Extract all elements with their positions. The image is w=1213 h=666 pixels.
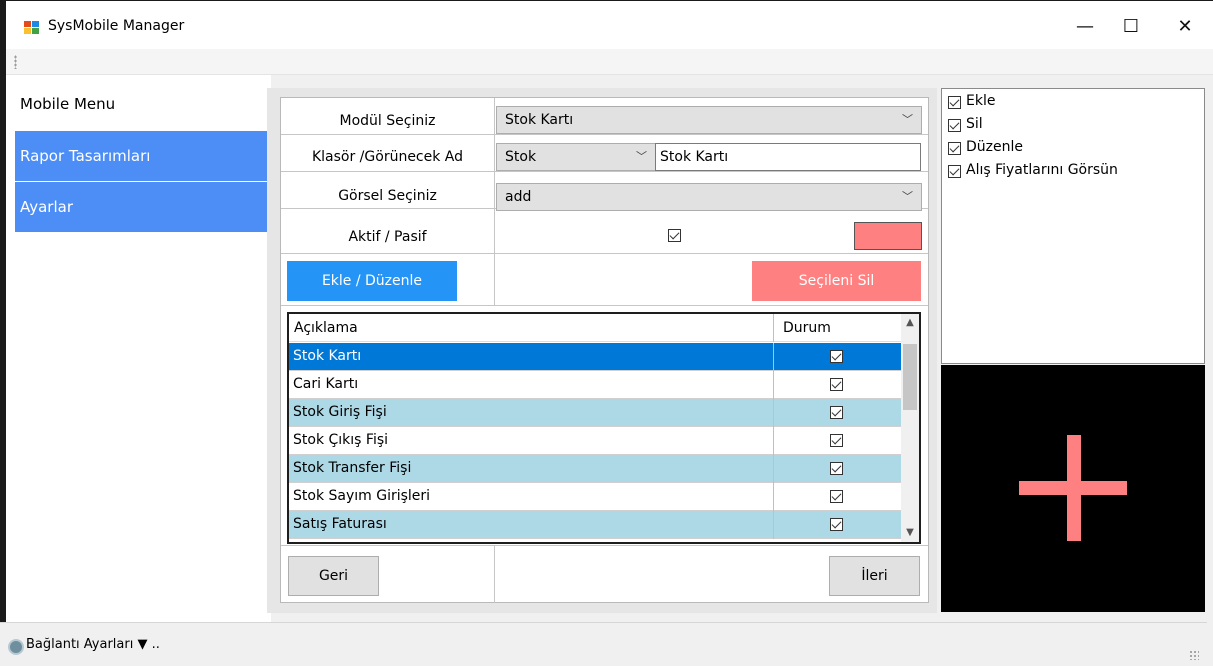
grid-header: Açıklama Durum xyxy=(289,314,901,342)
add-edit-button[interactable]: Ekle / Düzenle xyxy=(287,261,457,301)
image-preview xyxy=(941,365,1205,612)
table-row[interactable]: Satış Faturası xyxy=(289,511,901,539)
image-label: Görsel Seçiniz xyxy=(338,188,437,204)
active-label: Aktif / Pasif xyxy=(348,229,427,245)
table-row[interactable]: Stok Transfer Fişi xyxy=(289,455,901,483)
chevron-down-icon: ﹀ xyxy=(902,113,913,126)
folder-select-value: Stok xyxy=(505,149,537,165)
folder-label: Klasör /Görünecek Ad xyxy=(311,149,464,165)
permission-label: Sil xyxy=(966,116,983,132)
plus-icon xyxy=(1019,481,1127,495)
row-checkbox[interactable] xyxy=(830,406,843,419)
close-button[interactable]: ✕ xyxy=(1162,9,1208,45)
window-title: SysMobile Manager xyxy=(48,18,185,34)
scroll-up-icon[interactable]: ▲ xyxy=(901,314,919,332)
module-grid[interactable]: Açıklama Durum Stok Kartı Cari Kartı Sto… xyxy=(287,312,921,544)
maximize-button[interactable]: ☐ xyxy=(1108,9,1154,45)
permission-checkbox[interactable] xyxy=(948,142,961,155)
status-bar: Bağlantı Ayarları ▼ .. xyxy=(0,622,1207,666)
back-button[interactable]: Geri xyxy=(288,556,379,596)
table-row[interactable]: Cari Kartı xyxy=(289,371,901,399)
row-checkbox[interactable] xyxy=(830,462,843,475)
toolstrip xyxy=(6,49,1213,75)
permission-checkbox[interactable] xyxy=(948,165,961,178)
sidebar-item-ayarlar[interactable]: Ayarlar xyxy=(15,182,270,232)
resize-grip-icon[interactable] xyxy=(1189,650,1199,660)
row-checkbox[interactable] xyxy=(830,434,843,447)
settings-icon[interactable] xyxy=(8,639,24,655)
permission-label: Düzenle xyxy=(966,139,1023,155)
scroll-down-icon[interactable]: ▼ xyxy=(901,524,919,542)
image-select[interactable]: add ﹀ xyxy=(496,183,922,211)
row-checkbox[interactable] xyxy=(830,490,843,503)
next-button[interactable]: İleri xyxy=(829,556,920,596)
minimize-button[interactable]: — xyxy=(1062,9,1108,45)
connection-settings-dropdown[interactable]: Bağlantı Ayarları ▼ .. xyxy=(26,637,160,652)
table-row[interactable]: Stok Kartı xyxy=(289,343,901,371)
row-label: Stok Kartı xyxy=(293,348,362,364)
row-label: Cari Kartı xyxy=(293,376,359,392)
sidebar-item-rapor-tasarimlari[interactable]: Rapor Tasarımları xyxy=(15,131,270,181)
column-header-durum[interactable]: Durum xyxy=(783,320,831,336)
app-icon xyxy=(24,21,40,35)
row-label: Stok Giriş Fişi xyxy=(293,404,387,420)
table-row[interactable]: Stok Çıkış Fişi xyxy=(289,427,901,455)
folder-select[interactable]: Stok ﹀ xyxy=(496,143,656,171)
image-select-value: add xyxy=(505,189,532,205)
module-select[interactable]: Stok Kartı ﹀ xyxy=(496,106,922,134)
permission-label: Alış Fiyatlarını Görsün xyxy=(966,162,1118,178)
display-name-input[interactable]: Stok Kartı xyxy=(655,143,921,171)
table-row[interactable]: Stok Giriş Fişi xyxy=(289,399,901,427)
permission-label: Ekle xyxy=(966,93,996,109)
row-checkbox[interactable] xyxy=(830,378,843,391)
scroll-thumb[interactable] xyxy=(903,344,917,410)
row-label: Stok Çıkış Fişi xyxy=(293,432,389,448)
column-header-aciklama[interactable]: Açıklama xyxy=(294,320,358,336)
row-label: Satış Faturası xyxy=(293,516,387,532)
delete-selected-button[interactable]: Seçileni Sil xyxy=(752,261,921,301)
permission-checkbox[interactable] xyxy=(948,119,961,132)
sidebar: Mobile Menu Rapor Tasarımları Ayarlar xyxy=(6,75,271,623)
title-bar[interactable]: SysMobile Manager — ☐ ✕ xyxy=(6,1,1213,49)
module-label: Modül Seçiniz xyxy=(339,113,436,129)
table-row[interactable]: Stok Sayım Girişleri xyxy=(289,483,901,511)
permission-checkbox[interactable] xyxy=(948,96,961,109)
module-select-value: Stok Kartı xyxy=(505,112,574,128)
toolstrip-grip-icon[interactable] xyxy=(14,55,17,69)
row-label: Stok Transfer Fişi xyxy=(293,460,412,476)
grid-scrollbar[interactable]: ▲ ▼ xyxy=(901,314,919,542)
color-picker[interactable] xyxy=(854,222,922,250)
active-checkbox[interactable] xyxy=(668,229,681,242)
row-label: Stok Sayım Girişleri xyxy=(293,488,431,504)
chevron-down-icon: ﹀ xyxy=(636,150,647,163)
row-checkbox[interactable] xyxy=(830,518,843,531)
chevron-down-icon: ﹀ xyxy=(902,190,913,203)
permissions-list: Ekle Sil Düzenle Alış Fiyatlarını Görsün xyxy=(941,88,1205,364)
row-checkbox[interactable] xyxy=(830,350,843,363)
sidebar-item-mobile-menu[interactable]: Mobile Menu xyxy=(15,79,270,129)
